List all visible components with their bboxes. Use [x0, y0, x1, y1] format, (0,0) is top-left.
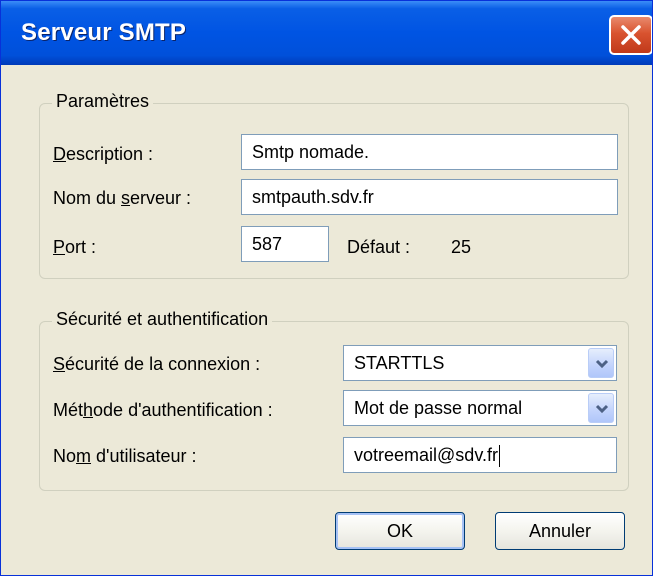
port-default-value: 25: [451, 237, 472, 257]
text-caret: [498, 445, 500, 468]
auth-method-value: Mot de passe normal: [354, 398, 523, 418]
connection-security-value: STARTTLS: [354, 353, 445, 373]
port-label: Port :: [53, 237, 97, 257]
cancel-button[interactable]: Annuler: [495, 512, 625, 550]
ok-button[interactable]: OK: [335, 512, 465, 550]
server-name-label: Nom du serveur :: [53, 188, 192, 208]
window-title: Serveur SMTP: [21, 19, 187, 46]
auth-method-label: Méthode d'authentification :: [53, 400, 273, 420]
auth-method-select[interactable]: Mot de passe normal: [343, 390, 617, 426]
auth-method-dropdown-button[interactable]: [588, 393, 614, 423]
port-default-label: Défaut :: [347, 237, 411, 257]
security-group-legend: Sécurité et authentification: [52, 309, 273, 330]
server-name-field[interactable]: smtpauth.sdv.fr: [241, 179, 618, 215]
chevron-down-icon: [595, 359, 609, 369]
description-label: Description :: [53, 144, 154, 164]
settings-group-legend: Paramètres: [52, 91, 154, 112]
chevron-down-icon: [595, 404, 609, 414]
username-field[interactable]: votreemail@sdv.fr: [343, 437, 617, 473]
connection-security-select[interactable]: STARTTLS: [343, 345, 617, 381]
title-bar[interactable]: Serveur SMTP: [1, 1, 652, 65]
close-button[interactable]: [609, 15, 652, 55]
connection-security-dropdown-button[interactable]: [588, 348, 614, 378]
connection-security-label: Sécurité de la connexion :: [53, 354, 261, 374]
port-field[interactable]: 587: [241, 226, 329, 262]
description-field[interactable]: Smtp nomade.: [241, 134, 618, 170]
close-icon: [621, 25, 641, 45]
username-label: Nom d'utilisateur :: [53, 446, 197, 466]
smtp-server-dialog: Serveur SMTP Paramètres Description : Sm…: [0, 0, 653, 576]
